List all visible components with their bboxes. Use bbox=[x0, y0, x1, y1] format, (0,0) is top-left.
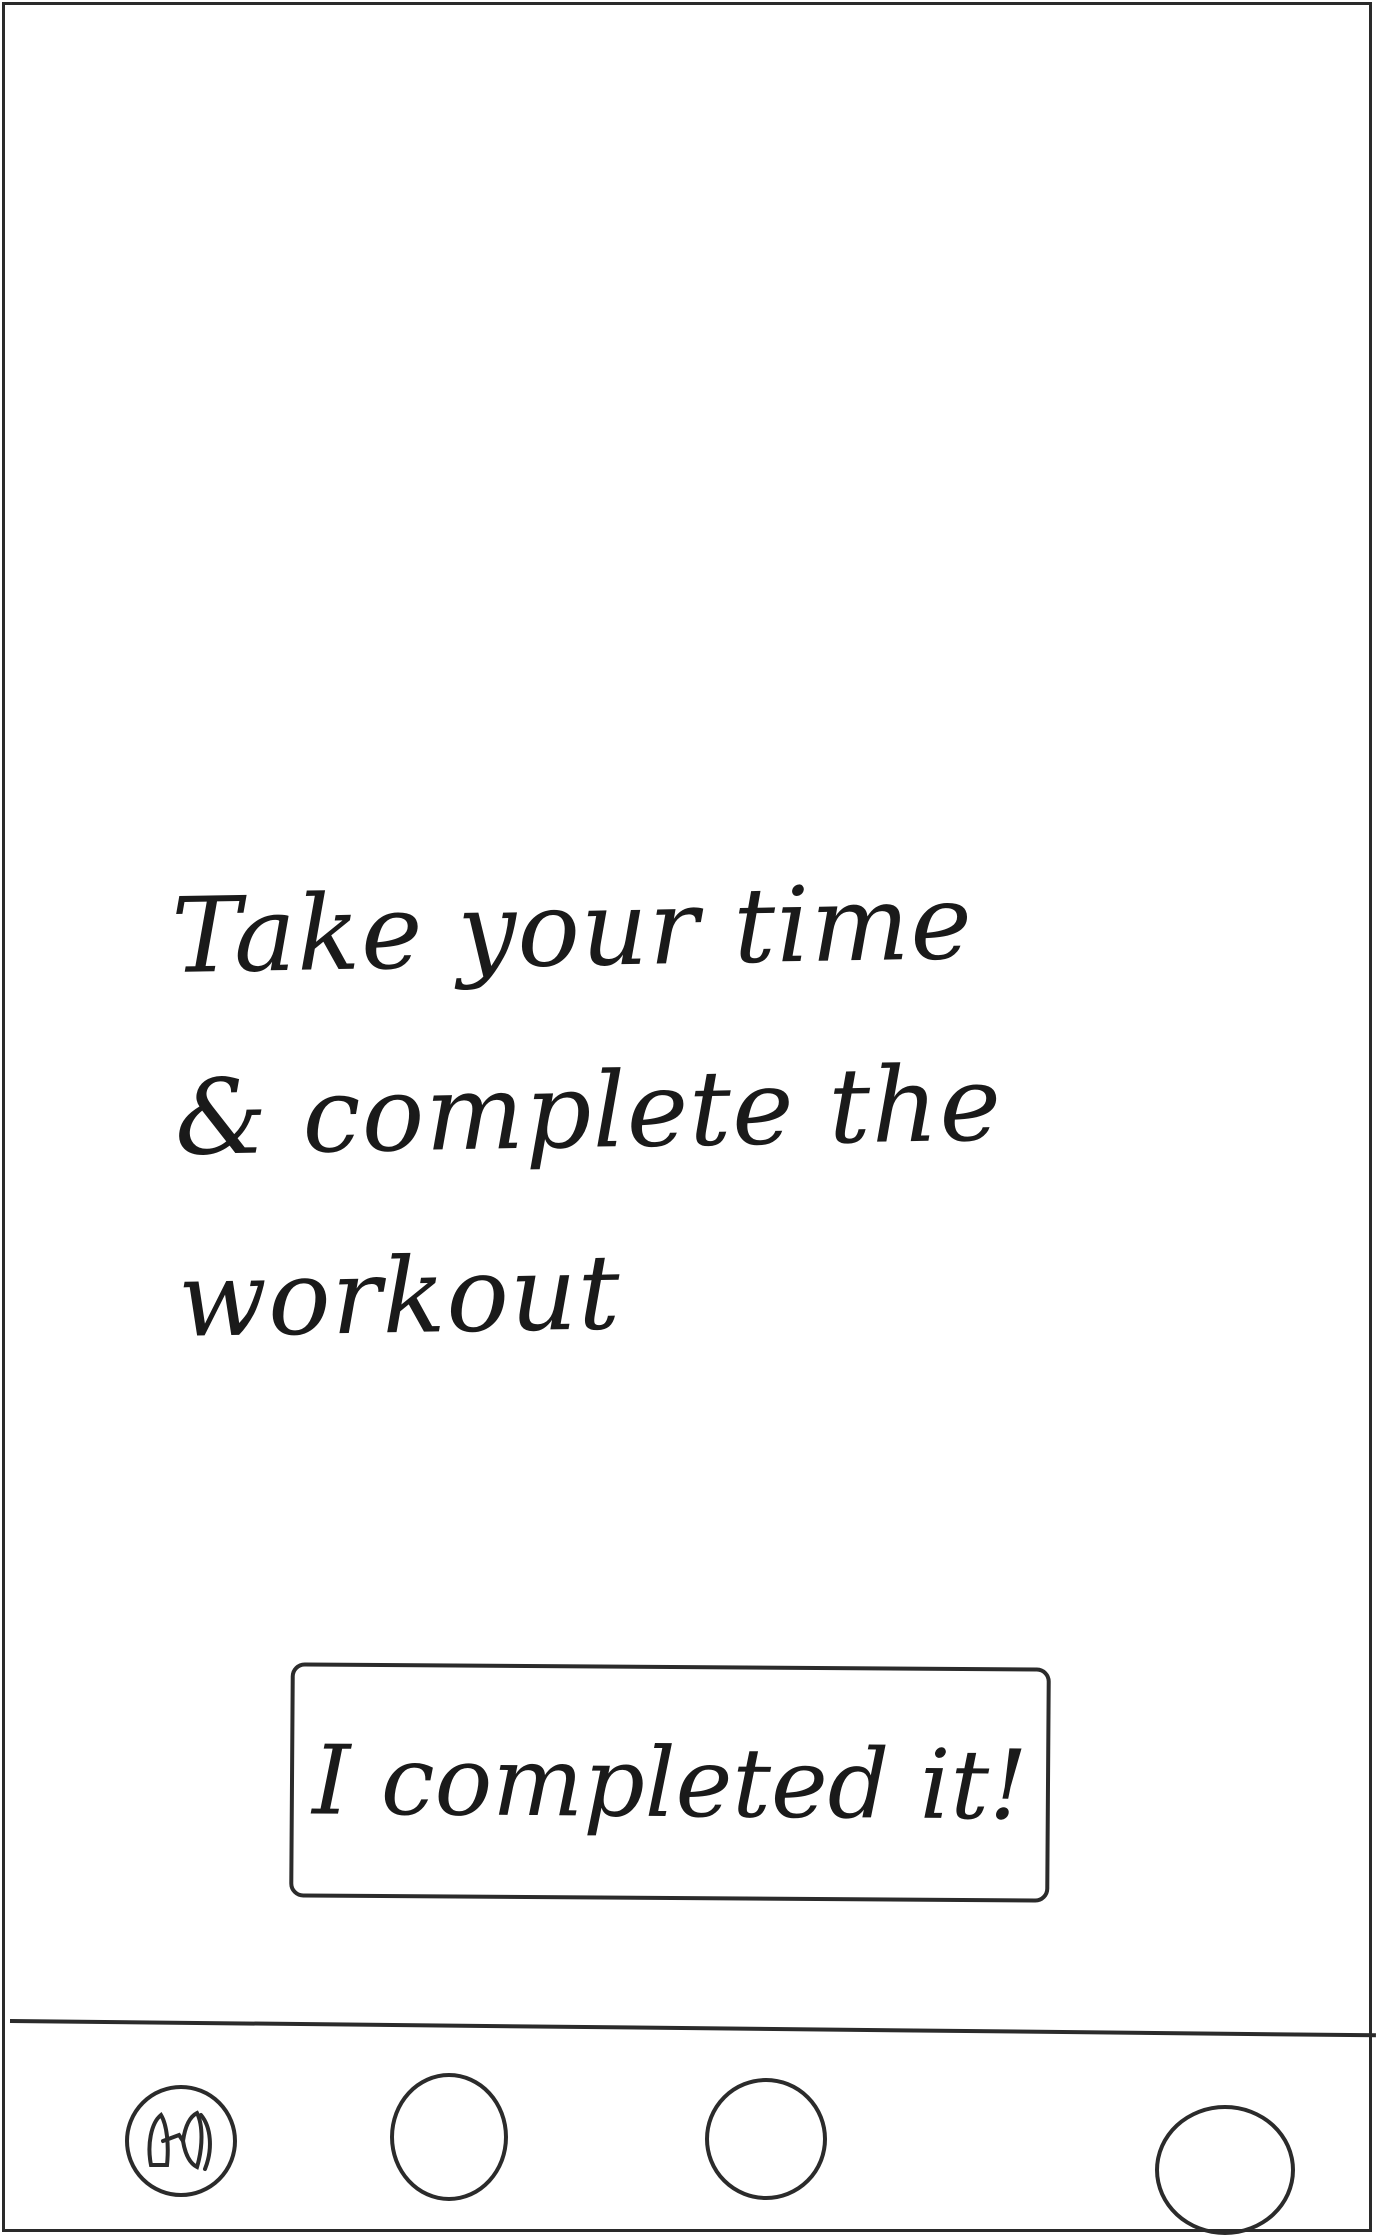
bottom-tab-bar bbox=[10, 2035, 1376, 2235]
tab-2-circle-icon[interactable] bbox=[390, 2073, 508, 2201]
message-line-3: workout bbox=[176, 1231, 622, 1361]
tab-4-circle-icon[interactable] bbox=[1155, 2105, 1295, 2235]
completed-it-button[interactable]: I completed it! bbox=[289, 1662, 1051, 1903]
message-line-2: & complete the bbox=[173, 1042, 1003, 1179]
tab-3-circle-icon[interactable] bbox=[705, 2078, 827, 2200]
message-line-1: Take your time bbox=[170, 861, 974, 997]
tab-home[interactable] bbox=[125, 2085, 237, 2197]
phone-screen: Take your time & complete the workout I … bbox=[2, 2, 1376, 2235]
home-icon bbox=[147, 2110, 212, 2171]
workout-message: Take your time & complete the workout bbox=[170, 828, 1179, 1391]
